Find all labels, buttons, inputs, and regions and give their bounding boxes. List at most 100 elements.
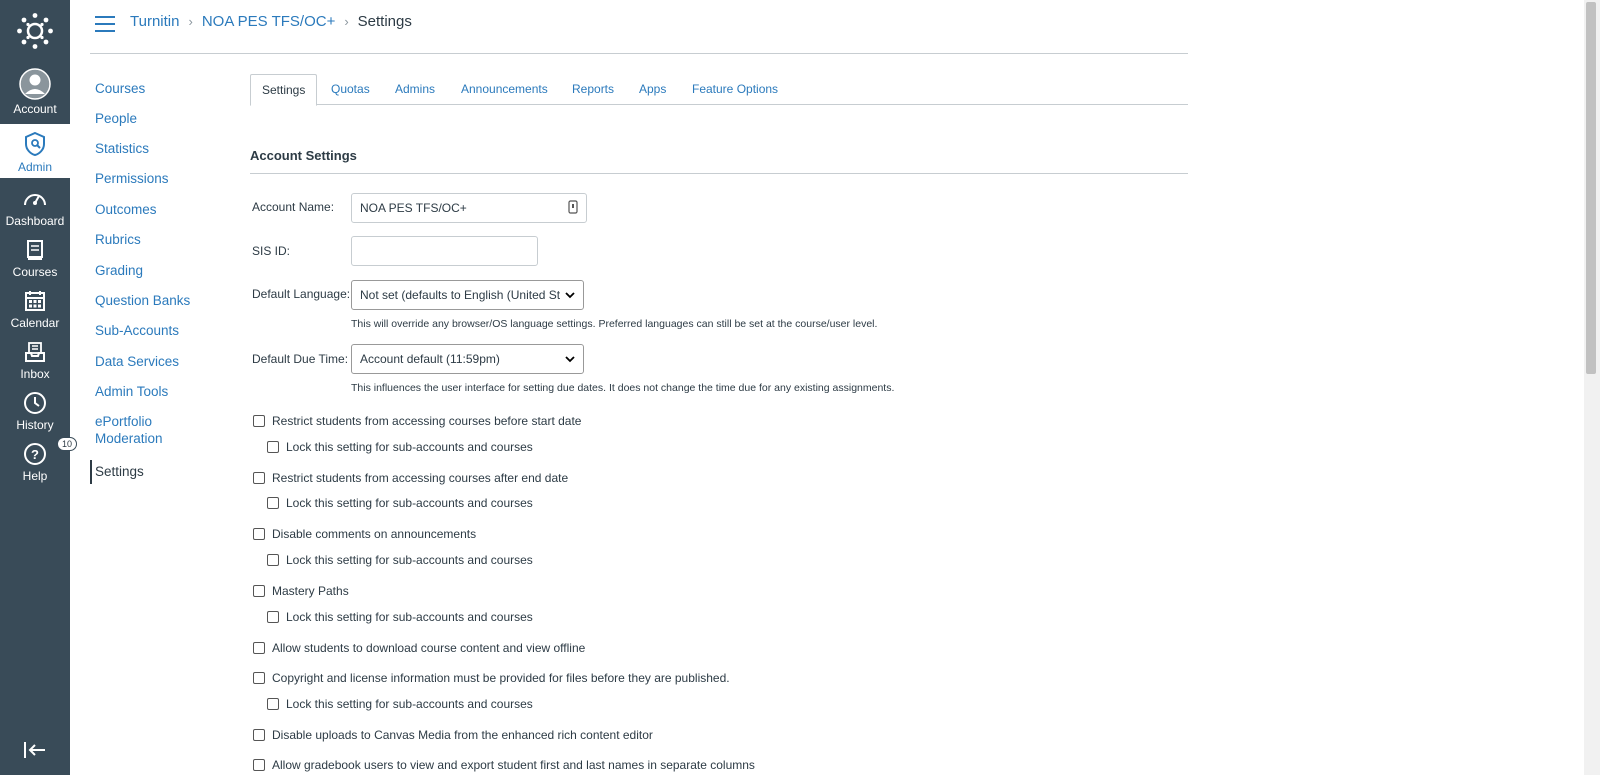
nav-question-banks[interactable]: Question Banks	[90, 292, 190, 309]
default-language-label: Default Language:	[252, 287, 351, 301]
checkbox-label: Disable comments on announcements	[272, 527, 477, 541]
checkbox-restrict-after-end[interactable]: Restrict students from accessing courses…	[253, 471, 568, 485]
breadcrumb: Turnitin › NOA PES TFS/OC+ › Settings	[130, 13, 412, 30]
collapse-nav-icon[interactable]	[0, 741, 70, 759]
checkbox[interactable]	[267, 611, 279, 623]
global-nav: Account Admin Dashboard Courses Calendar…	[0, 0, 78, 775]
sis-id-input[interactable]	[351, 236, 538, 266]
chevron-right-icon: ›	[344, 14, 349, 29]
gnav-inbox-label: Inbox	[20, 367, 50, 381]
tab-apps[interactable]: Apps	[639, 74, 666, 104]
default-due-time-label: Default Due Time:	[252, 352, 349, 366]
checkbox-lock-restrict-before[interactable]: Lock this setting for sub-accounts and c…	[267, 440, 533, 454]
account-name-value: NOA PES TFS/OC+	[360, 201, 467, 215]
checkbox-label: Lock this setting for sub-accounts and c…	[286, 440, 533, 454]
nav-sub-accounts[interactable]: Sub-Accounts	[90, 322, 179, 339]
checkbox[interactable]	[253, 585, 265, 597]
default-due-time-select[interactable]: Account default (11:59pm)	[351, 344, 584, 374]
checkbox-mastery-paths[interactable]: Mastery Paths	[253, 584, 349, 598]
clock-icon	[23, 388, 47, 418]
nav-permissions[interactable]: Permissions	[90, 170, 169, 187]
checkbox[interactable]	[253, 528, 265, 540]
nav-eportfolio-moderation[interactable]: ePortfolio Moderation	[90, 413, 190, 447]
gnav-admin-label: Admin	[17, 160, 52, 174]
nav-admin-tools[interactable]: Admin Tools	[90, 383, 168, 400]
due-time-hint: This influences the user interface for s…	[351, 382, 895, 394]
checkbox-restrict-before-start[interactable]: Restrict students from accessing courses…	[253, 414, 581, 428]
tab-quotas[interactable]: Quotas	[331, 74, 370, 104]
gnav-dashboard[interactable]: Dashboard	[0, 184, 70, 228]
gnav-calendar-label: Calendar	[10, 316, 60, 330]
checkbox[interactable]	[267, 497, 279, 509]
checkbox[interactable]	[267, 698, 279, 710]
password-manager-icon[interactable]	[568, 199, 578, 217]
checkbox-label: Mastery Paths	[272, 584, 349, 598]
calendar-icon	[24, 286, 46, 316]
scrollbar-thumb[interactable]	[1586, 2, 1596, 374]
menu-toggle-icon[interactable]	[95, 16, 115, 32]
speedometer-icon	[23, 184, 47, 214]
gnav-history[interactable]: History	[0, 388, 70, 432]
checkbox[interactable]	[253, 729, 265, 741]
nav-settings[interactable]: Settings	[90, 460, 144, 484]
gnav-help[interactable]: ? 10 Help	[0, 437, 78, 483]
checkbox-offline-download[interactable]: Allow students to download course conten…	[253, 641, 585, 655]
nav-courses[interactable]: Courses	[90, 80, 145, 97]
checkbox-copyright-required[interactable]: Copyright and license information must b…	[253, 671, 730, 685]
gnav-account-label: Account	[13, 102, 57, 116]
nav-outcomes[interactable]: Outcomes	[90, 201, 157, 218]
gnav-courses-label: Courses	[12, 265, 58, 279]
checkbox-disable-canvas-media[interactable]: Disable uploads to Canvas Media from the…	[253, 728, 653, 742]
page-scrollbar[interactable]	[1584, 0, 1600, 775]
language-hint: This will override any browser/OS langua…	[351, 318, 878, 330]
checkbox-lock-comments[interactable]: Lock this setting for sub-accounts and c…	[267, 553, 533, 567]
checkbox[interactable]	[253, 642, 265, 654]
checkbox-disable-comments[interactable]: Disable comments on announcements	[253, 527, 476, 541]
header-divider	[90, 53, 1188, 54]
nav-statistics[interactable]: Statistics	[90, 140, 149, 157]
tab-feature-options[interactable]: Feature Options	[692, 74, 778, 104]
canvas-logo-icon[interactable]	[0, 0, 70, 62]
checkbox[interactable]	[253, 672, 265, 684]
gnav-history-label: History	[16, 418, 54, 432]
checkbox-lock-copyright[interactable]: Lock this setting for sub-accounts and c…	[267, 697, 533, 711]
nav-rubrics[interactable]: Rubrics	[90, 231, 141, 248]
tab-reports[interactable]: Reports	[572, 74, 614, 104]
checkbox-lock-mastery-paths[interactable]: Lock this setting for sub-accounts and c…	[267, 610, 533, 624]
sis-id-label: SIS ID:	[252, 244, 291, 258]
gnav-courses[interactable]: Courses	[0, 235, 70, 279]
default-language-select[interactable]: Not set (defaults to English (United Sta…	[351, 280, 584, 310]
gnav-inbox[interactable]: Inbox	[0, 337, 70, 381]
tab-announcements[interactable]: Announcements	[461, 74, 548, 104]
account-name-input[interactable]: NOA PES TFS/OC+	[351, 193, 587, 223]
section-title: Account Settings	[250, 148, 357, 163]
gnav-dashboard-label: Dashboard	[5, 214, 65, 228]
nav-data-services[interactable]: Data Services	[90, 353, 179, 370]
checkbox-lock-restrict-after[interactable]: Lock this setting for sub-accounts and c…	[267, 496, 533, 510]
checkbox-label: Restrict students from accessing courses…	[272, 471, 569, 485]
svg-text:?: ?	[31, 447, 39, 462]
nav-people[interactable]: People	[90, 110, 137, 127]
chevron-down-icon	[565, 288, 575, 302]
breadcrumb-account[interactable]: NOA PES TFS/OC+	[202, 13, 336, 30]
tab-admins[interactable]: Admins	[395, 74, 435, 104]
checkbox[interactable]	[253, 415, 265, 427]
breadcrumb-turnitin[interactable]: Turnitin	[130, 13, 179, 30]
checkbox[interactable]	[253, 472, 265, 484]
checkbox-gradebook-names[interactable]: Allow gradebook users to view and export…	[253, 758, 755, 772]
nav-grading[interactable]: Grading	[90, 262, 143, 279]
checkbox-label: Allow students to download course conten…	[272, 641, 586, 655]
gnav-admin[interactable]: Admin	[0, 124, 70, 178]
account-name-label: Account Name:	[252, 200, 335, 214]
gnav-account[interactable]: Account	[0, 66, 70, 122]
default-language-value: Not set (defaults to English (United Sta…	[360, 288, 560, 302]
shield-icon	[24, 128, 46, 160]
checkbox[interactable]	[253, 759, 265, 771]
chevron-right-icon: ›	[188, 14, 193, 29]
default-due-time-value: Account default (11:59pm)	[360, 352, 500, 366]
checkbox-label: Copyright and license information must b…	[272, 671, 730, 685]
checkbox[interactable]	[267, 441, 279, 453]
checkbox[interactable]	[267, 554, 279, 566]
gnav-calendar[interactable]: Calendar	[0, 286, 70, 330]
tab-settings[interactable]: Settings	[250, 74, 318, 106]
